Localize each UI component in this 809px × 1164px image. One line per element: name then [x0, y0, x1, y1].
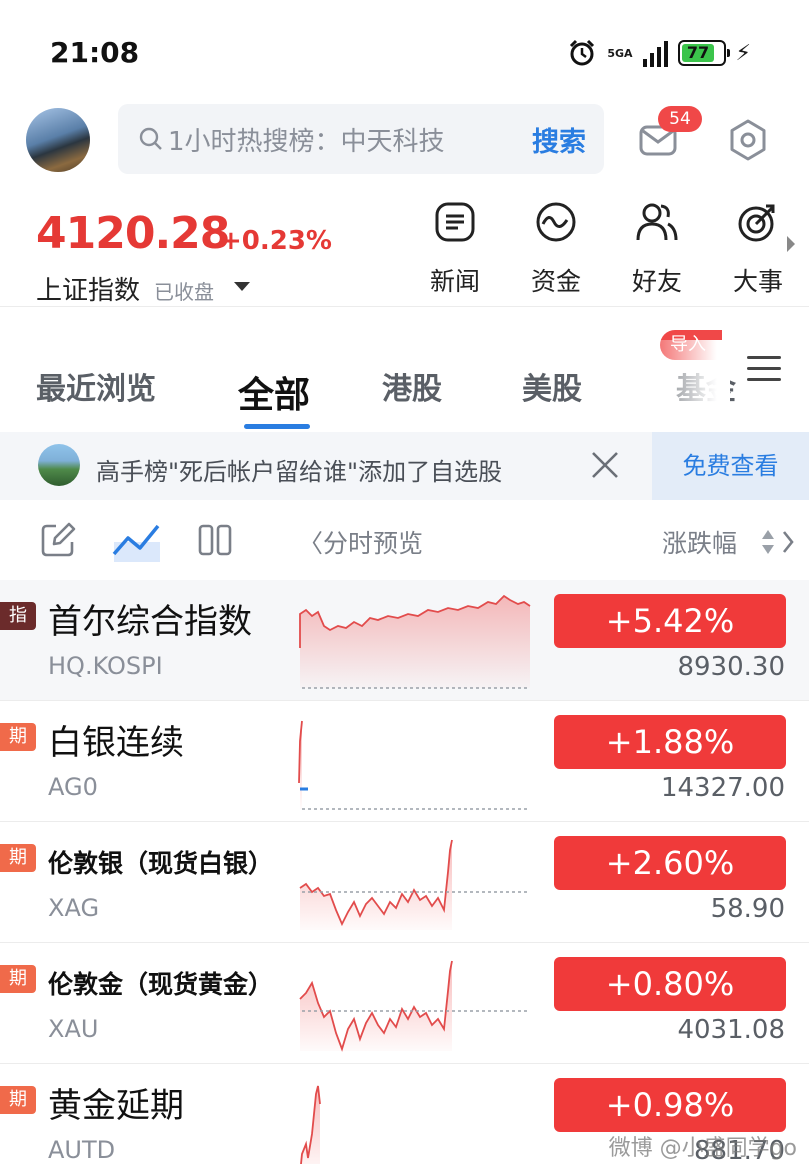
- status-time: 21:08: [50, 36, 140, 69]
- change-badge[interactable]: +1.88%: [554, 715, 786, 769]
- futures-tag: 期: [0, 965, 36, 993]
- tab-active-indicator: [244, 424, 310, 429]
- tab-us-stocks[interactable]: 美股: [522, 364, 582, 408]
- free-view-button[interactable]: 免费查看: [652, 432, 809, 500]
- watchlist-row[interactable]: 期 伦敦银（现货白银） XAG +2.60% 58.90: [0, 822, 809, 943]
- bolt-icon: ⚡: [735, 40, 751, 66]
- sparkline-chart: [299, 839, 530, 930]
- sparkline-chart: [300, 1085, 321, 1164]
- last-price: 58.90: [710, 894, 785, 924]
- security-name: 白银连续: [48, 723, 184, 763]
- mail-badge: 54: [658, 106, 702, 132]
- index-status: 已收盘: [154, 280, 214, 304]
- quick-nav-label: 大事: [732, 267, 783, 296]
- battery-level: 77: [681, 44, 715, 62]
- columns-icon[interactable]: [198, 524, 232, 556]
- quick-nav-fund[interactable]: 资金: [511, 200, 601, 298]
- futures-tag: 期: [0, 844, 36, 872]
- index-change: +0.23%: [220, 226, 332, 256]
- security-name: 伦敦金（现货黄金）: [48, 970, 274, 999]
- change-badge[interactable]: +2.60%: [554, 836, 786, 890]
- change-badge[interactable]: +5.42%: [554, 594, 786, 648]
- status-bar: 21:08 5GA 77 ⚡: [0, 0, 809, 100]
- line-chart-icon[interactable]: [112, 520, 162, 564]
- security-code: AUTD: [48, 1136, 116, 1164]
- battery-icon: 77: [677, 40, 730, 66]
- sort-by-change[interactable]: 涨跌幅: [662, 524, 737, 560]
- sparkline-chart: [298, 720, 530, 810]
- search-placeholder: 1小时热搜榜：中天科技: [168, 126, 445, 157]
- security-name: 黄金延期: [48, 1086, 184, 1126]
- signal-icon: [642, 39, 668, 67]
- futures-tag: 期: [0, 1086, 36, 1114]
- last-price: 4031.08: [677, 1015, 785, 1045]
- search-icon: [139, 127, 162, 150]
- quick-nav-label: 资金: [530, 267, 581, 296]
- edit-icon[interactable]: [40, 522, 76, 558]
- change-badge[interactable]: +0.80%: [554, 957, 786, 1011]
- search-bar[interactable]: 1小时热搜榜：中天科技 搜索: [118, 104, 604, 174]
- quick-nav-friends[interactable]: 好友: [612, 200, 702, 298]
- security-code: XAU: [48, 1015, 99, 1043]
- tab-recent[interactable]: 最近浏览: [36, 364, 156, 408]
- search-button[interactable]: 搜索: [532, 120, 586, 159]
- index-value[interactable]: 4120.28: [36, 208, 230, 259]
- quick-nav-label: 新闻: [429, 267, 480, 296]
- security-code: XAG: [48, 894, 100, 922]
- divider: [0, 306, 809, 307]
- user-avatar[interactable]: [26, 108, 90, 172]
- quick-nav-news[interactable]: 新闻: [410, 200, 500, 298]
- last-price: 8930.30: [677, 652, 785, 682]
- security-code: AG0: [48, 773, 98, 801]
- notice-text: 高手榜"死后帐户留给谁"添加了自选股: [96, 458, 503, 486]
- notice-bar[interactable]: 高手榜"死后帐户留给谁"添加了自选股 免费查看: [0, 432, 809, 500]
- futures-tag: 期: [0, 723, 36, 751]
- close-icon[interactable]: [590, 450, 620, 480]
- watchlist-row[interactable]: 期 白银连续 AG0 +1.88% 14327.00: [0, 701, 809, 822]
- alarm-icon: [570, 39, 595, 66]
- network-type: 5GA: [607, 46, 633, 60]
- menu-icon[interactable]: [747, 356, 781, 384]
- fund-icon: [536, 202, 576, 242]
- chevron-down-icon[interactable]: [234, 282, 250, 291]
- target-icon: [738, 204, 775, 242]
- news-icon: [435, 202, 475, 242]
- index-name[interactable]: 上证指数: [36, 270, 140, 307]
- chevron-right-icon[interactable]: [787, 236, 795, 252]
- security-name: 伦敦银（现货白银）: [48, 849, 274, 878]
- tab-hk-stocks[interactable]: 港股: [382, 364, 442, 408]
- index-tag: 指: [0, 602, 36, 630]
- sort-icon[interactable]: [760, 528, 796, 556]
- last-price: 14327.00: [660, 773, 785, 803]
- watchlist-row[interactable]: 期 伦敦金（现货黄金） XAU +0.80% 4031.08: [0, 943, 809, 1064]
- watermark: 微博 @小盛同学go: [608, 1136, 797, 1161]
- intraday-preview-toggle[interactable]: 〈分时预览: [298, 524, 423, 560]
- settings-icon[interactable]: [726, 118, 770, 162]
- change-badge[interactable]: +0.98%: [554, 1078, 786, 1132]
- tab-fade: [640, 340, 730, 410]
- watchlist-row[interactable]: 指 首尔综合指数 HQ.KOSPI +5.42% 8930.30: [0, 580, 809, 701]
- notice-avatar: [38, 444, 80, 486]
- quick-nav-label: 好友: [631, 267, 682, 296]
- friends-icon: [636, 203, 678, 241]
- security-name: 首尔综合指数: [48, 602, 252, 642]
- sparkline-chart: [299, 960, 530, 1052]
- security-code: HQ.KOSPI: [48, 652, 163, 680]
- sparkline-chart: [299, 594, 531, 689]
- tab-all[interactable]: 全部: [238, 366, 310, 418]
- status-icons: 5GA 77 ⚡: [567, 38, 751, 68]
